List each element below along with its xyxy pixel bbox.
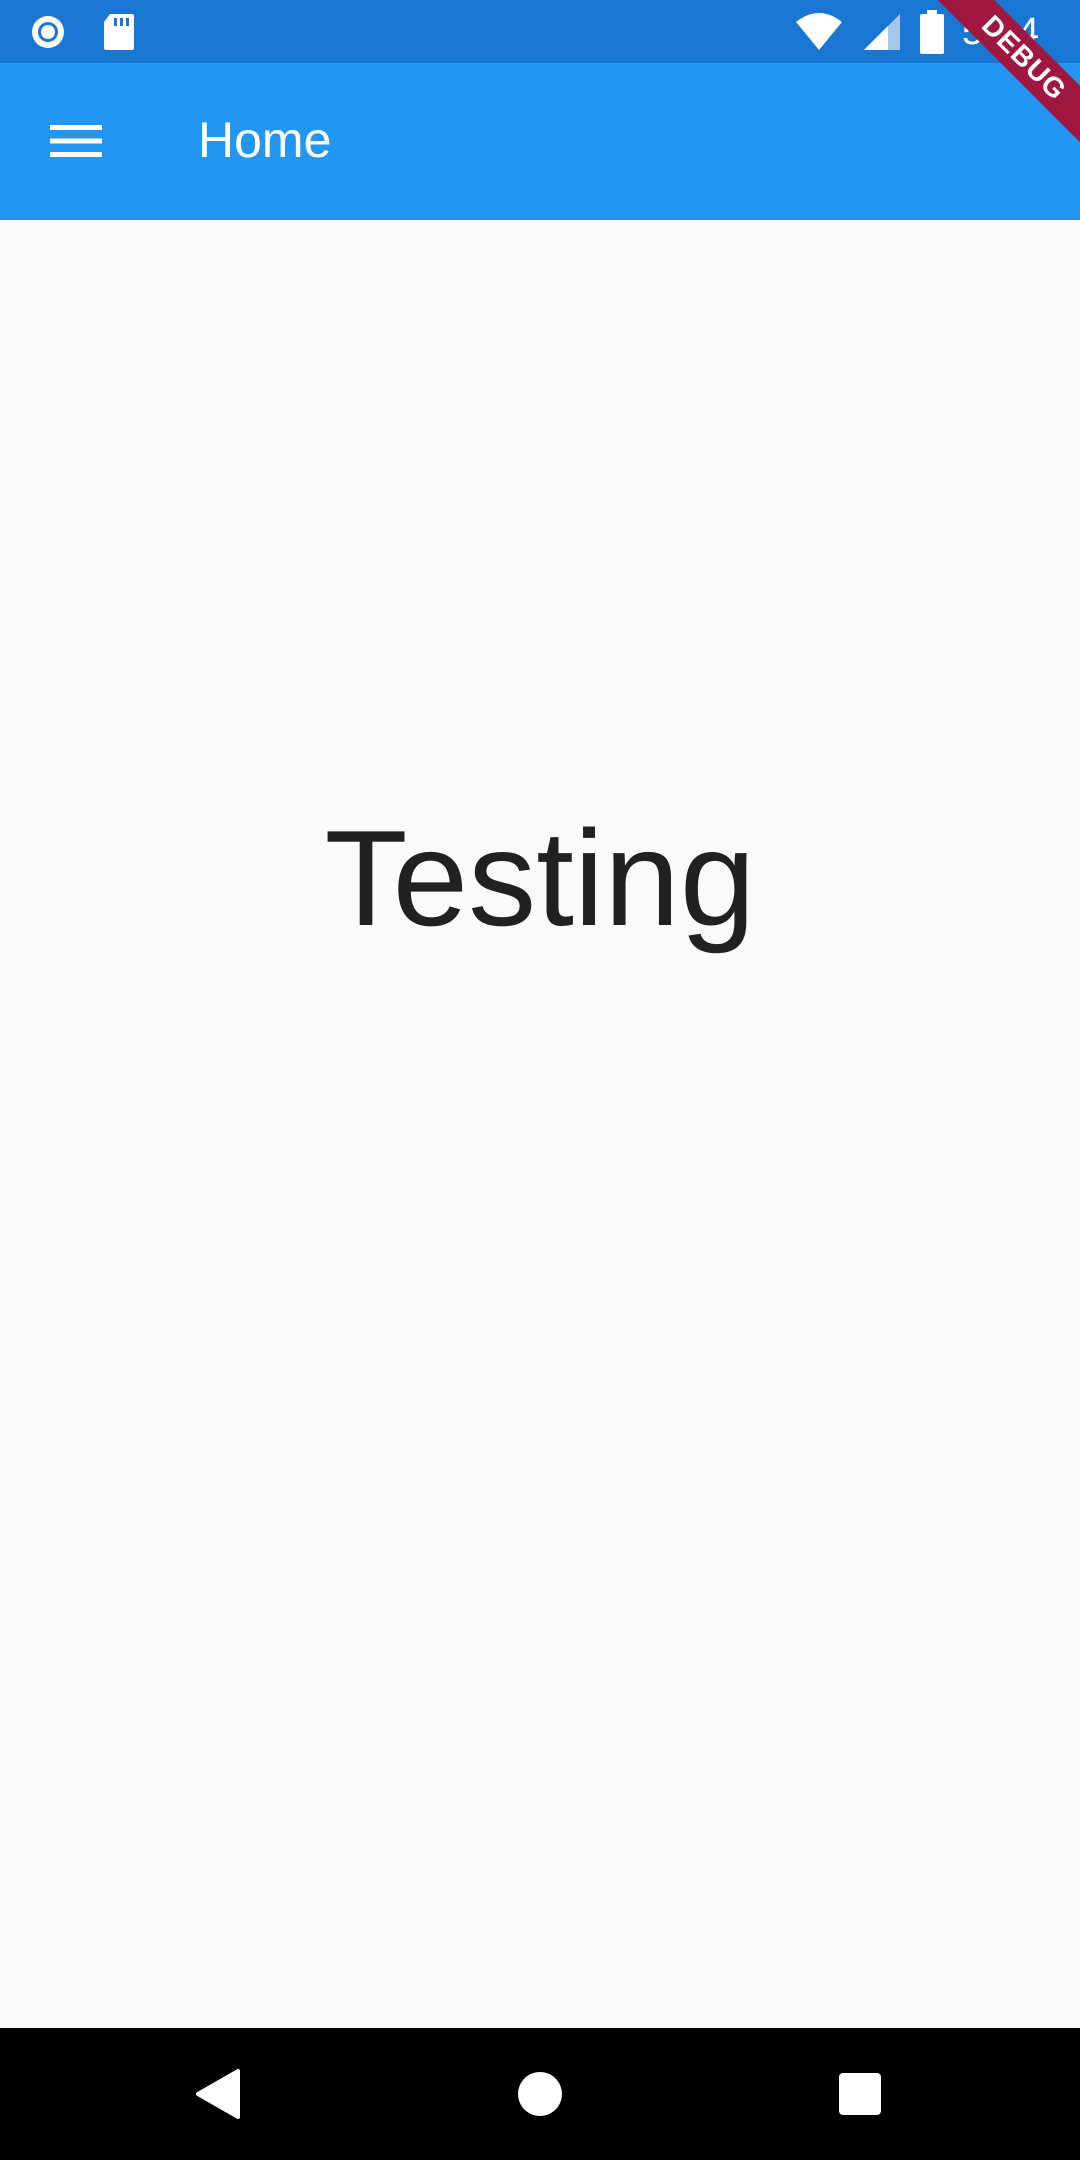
- battery-icon: [920, 10, 945, 54]
- signal-icon: [862, 12, 902, 52]
- app-bar: Home: [0, 63, 1080, 220]
- back-button[interactable]: [186, 2062, 250, 2126]
- home-icon: [515, 2069, 565, 2119]
- app-screen: 5:14 Home DEBUG Testing: [0, 0, 1080, 2160]
- status-bar: 5:14: [0, 0, 1080, 63]
- recents-button[interactable]: [828, 2062, 892, 2126]
- status-left-icons: [28, 12, 136, 52]
- home-button[interactable]: [508, 2062, 572, 2126]
- page-title: Home: [198, 112, 332, 168]
- wifi-icon: [794, 12, 844, 52]
- hamburger-menu-icon: [50, 123, 102, 159]
- recents-icon: [837, 2071, 883, 2117]
- back-icon: [194, 2067, 242, 2121]
- center-text: Testing: [324, 802, 756, 954]
- sd-card-icon: [102, 12, 136, 52]
- main-content: [0, 220, 1080, 2028]
- circle-notification-icon: [28, 12, 68, 52]
- menu-button[interactable]: [28, 109, 128, 173]
- navigation-bar: [0, 2028, 1080, 2160]
